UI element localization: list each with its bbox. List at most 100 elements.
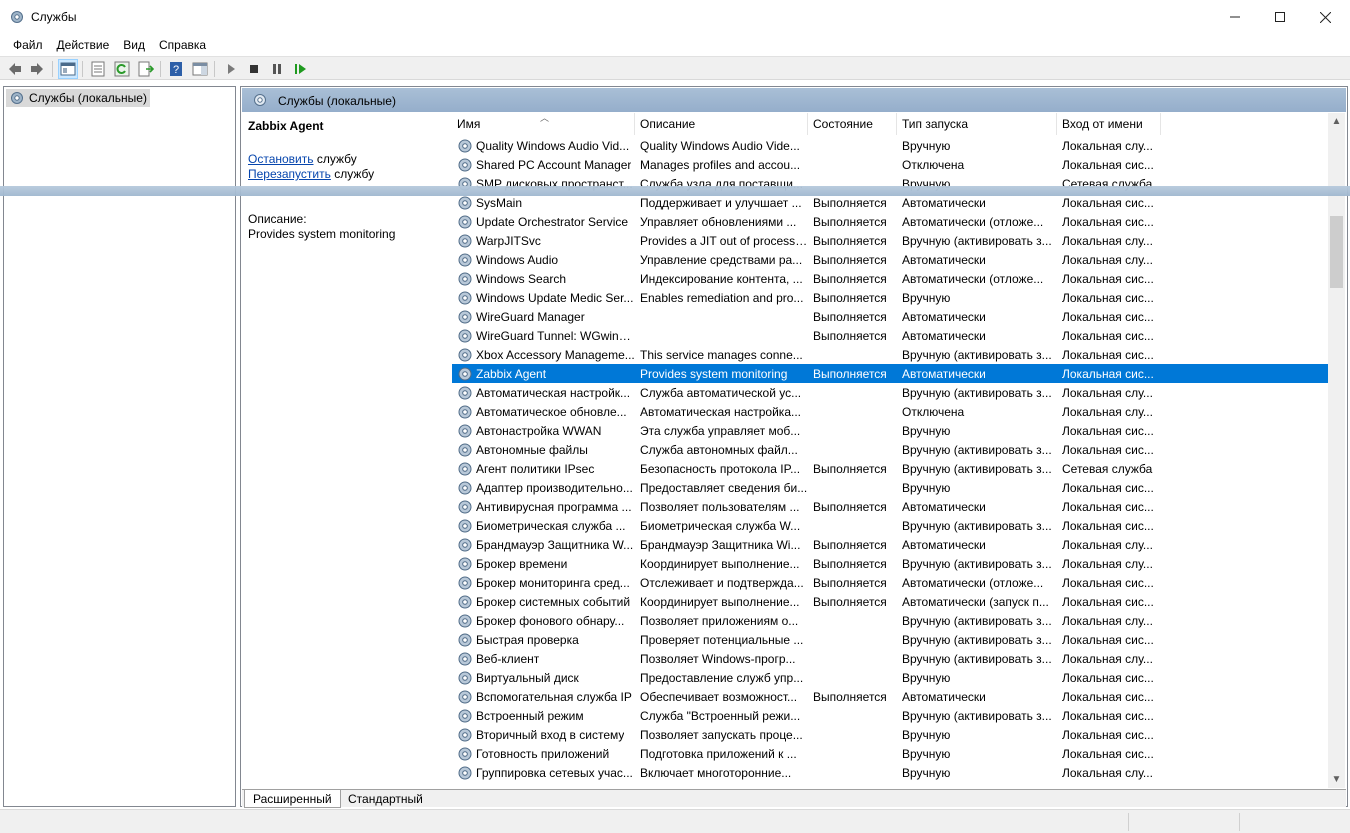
back-button[interactable] bbox=[5, 59, 25, 79]
menu-action[interactable]: Действие bbox=[50, 38, 117, 52]
service-row[interactable]: Группировка сетевых учас... Включает мног… bbox=[452, 763, 1332, 782]
scroll-down-icon[interactable]: ▼ bbox=[1328, 771, 1345, 788]
service-row[interactable]: Биометрическая служба ... Биометрическая … bbox=[452, 516, 1332, 535]
service-row[interactable]: Антивирусная программа ... Позволяет поль… bbox=[452, 497, 1332, 516]
service-name: Брокер мониторинга сред... bbox=[476, 575, 630, 590]
maximize-button[interactable] bbox=[1257, 0, 1303, 34]
column-description[interactable]: Описание bbox=[635, 113, 808, 135]
service-gear-icon bbox=[458, 500, 472, 513]
start-service-button[interactable] bbox=[221, 59, 241, 79]
restart-service-line: Перезапустить службу bbox=[248, 167, 375, 181]
service-description: Поддерживает и улучшает ... bbox=[640, 195, 802, 210]
service-name-cell: WireGuard Tunnel: WGwin1... bbox=[452, 328, 635, 344]
service-row[interactable]: Zabbix Agent Provides system monitoring Вы… bbox=[452, 364, 1332, 383]
export-list-icon bbox=[138, 61, 154, 77]
service-status: Выполняется bbox=[813, 290, 887, 305]
column-name[interactable]: Имя ︿ bbox=[452, 113, 635, 135]
service-row[interactable]: WireGuard Manager Выполняется Автоматическ… bbox=[452, 307, 1332, 326]
service-row[interactable]: Брокер времени Координирует выполнение...… bbox=[452, 554, 1332, 573]
column-log-on-as[interactable]: Вход от имени bbox=[1057, 113, 1161, 135]
help-button[interactable]: ? bbox=[166, 59, 186, 79]
column-status[interactable]: Состояние bbox=[808, 113, 897, 135]
list-header: Имя ︿ Описание Состояние Тип запуска Вхо… bbox=[452, 113, 1332, 135]
tab-standard[interactable]: Стандартный bbox=[340, 790, 431, 808]
scroll-thumb[interactable] bbox=[1330, 216, 1343, 288]
service-gear-icon bbox=[458, 443, 472, 456]
scroll-up-icon[interactable]: ▲ bbox=[1328, 113, 1345, 130]
service-name-cell: Xbox Accessory Manageme... bbox=[452, 347, 635, 363]
refresh-button[interactable] bbox=[112, 59, 132, 79]
service-row[interactable]: Вспомогательная служба IP Обеспечивает во… bbox=[452, 687, 1332, 706]
service-row[interactable]: Встроенный режим Служба "Встроенный режи.… bbox=[452, 706, 1332, 725]
stop-service-link[interactable]: Остановить bbox=[248, 152, 314, 166]
service-row[interactable]: Автонастройка WWAN Эта служба управляет м… bbox=[452, 421, 1332, 440]
service-log-on-as: Локальная слу... bbox=[1062, 613, 1153, 628]
service-name-cell: Группировка сетевых учас... bbox=[452, 765, 635, 781]
service-row[interactable]: Quality Windows Audio Vid... Quality Wind… bbox=[452, 136, 1332, 155]
service-row[interactable]: Update Orchestrator Service Управляет обн… bbox=[452, 212, 1332, 231]
service-row[interactable]: Брокер мониторинга сред... Отслеживает и … bbox=[452, 573, 1332, 592]
service-gear-icon bbox=[458, 747, 472, 760]
service-log-on-as: Локальная слу... bbox=[1062, 138, 1153, 153]
title-bar: Службы bbox=[0, 0, 1350, 34]
pause-service-button[interactable] bbox=[267, 59, 287, 79]
vertical-scrollbar[interactable]: ▲ ▼ bbox=[1328, 113, 1345, 788]
service-startup-type: Вручную (активировать з... bbox=[902, 708, 1052, 723]
service-row[interactable]: Автоматическая настройк... Служба автомат… bbox=[452, 383, 1332, 402]
stop-service-button[interactable] bbox=[244, 59, 264, 79]
service-description: Обеспечивает возможност... bbox=[640, 689, 798, 704]
close-button[interactable] bbox=[1302, 0, 1348, 34]
service-row[interactable]: Вторичный вход в систему Позволяет запуск… bbox=[452, 725, 1332, 744]
service-row[interactable]: Брокер системных событий Координирует вып… bbox=[452, 592, 1332, 611]
tree-item-services-local[interactable]: Службы (локальные) bbox=[6, 89, 150, 107]
service-name-cell: Брокер фонового обнару... bbox=[452, 613, 635, 629]
column-startup-type[interactable]: Тип запуска bbox=[897, 113, 1057, 135]
services-gear-icon bbox=[11, 11, 23, 23]
service-name-cell: Shared PC Account Manager bbox=[452, 157, 635, 173]
toolbar: ? bbox=[0, 56, 1350, 80]
service-row[interactable]: Xbox Accessory Manageme... This service m… bbox=[452, 345, 1332, 364]
play-icon bbox=[228, 64, 235, 74]
service-row[interactable]: Адаптер производительно... Предоставляет … bbox=[452, 478, 1332, 497]
properties-button[interactable] bbox=[88, 59, 108, 79]
menu-view[interactable]: Вид bbox=[116, 38, 152, 52]
restart-service-button[interactable] bbox=[290, 59, 310, 79]
service-startup-type: Автоматически bbox=[902, 195, 986, 210]
service-row[interactable]: Windows Search Индексирование контента, .… bbox=[452, 269, 1332, 288]
service-row[interactable]: Готовность приложений Подготовка приложен… bbox=[452, 744, 1332, 763]
service-name: Биометрическая служба ... bbox=[476, 518, 626, 533]
menu-help[interactable]: Справка bbox=[152, 38, 213, 52]
show-hide-action-pane-button[interactable] bbox=[190, 59, 210, 79]
service-row[interactable]: Windows Audio Управление средствами ра...… bbox=[452, 250, 1332, 269]
svg-text:?: ? bbox=[173, 64, 179, 76]
service-name: Автоматическое обновле... bbox=[476, 404, 627, 419]
service-row[interactable]: WireGuard Tunnel: WGwin1... Выполняется Ав… bbox=[452, 326, 1332, 345]
service-row[interactable]: Агент политики IPsec Безопасность протоко… bbox=[452, 459, 1332, 478]
service-row[interactable]: Windows Update Medic Ser... Enables remed… bbox=[452, 288, 1332, 307]
service-name-cell: Виртуальный диск bbox=[452, 670, 635, 686]
service-log-on-as: Локальная слу... bbox=[1062, 765, 1153, 780]
service-description: Служба "Встроенный режи... bbox=[640, 708, 801, 723]
service-name: Веб-клиент bbox=[476, 651, 540, 666]
service-name: Группировка сетевых учас... bbox=[476, 765, 633, 780]
forward-button[interactable] bbox=[27, 59, 47, 79]
service-row[interactable]: Автоматическое обновле... Автоматическая … bbox=[452, 402, 1332, 421]
menu-file[interactable]: Файл bbox=[6, 38, 50, 52]
tab-extended[interactable]: Расширенный bbox=[244, 790, 341, 808]
service-row[interactable]: Быстрая проверка Проверяет потенциальные … bbox=[452, 630, 1332, 649]
minimize-button[interactable] bbox=[1212, 0, 1258, 34]
console-tree-button[interactable] bbox=[58, 59, 78, 79]
service-row[interactable]: Shared PC Account Manager Manages profile… bbox=[452, 155, 1332, 174]
service-row[interactable]: Брандмауэр Защитника W... Брандмауэр Защи… bbox=[452, 535, 1332, 554]
restart-service-link[interactable]: Перезапустить bbox=[248, 167, 331, 181]
service-row[interactable]: Брокер фонового обнару... Позволяет прило… bbox=[452, 611, 1332, 630]
service-row[interactable]: Автономные файлы Служба автономных файл..… bbox=[452, 440, 1332, 459]
service-row[interactable]: WarpJITSvc Provides a JIT out of process … bbox=[452, 231, 1332, 250]
service-log-on-as: Локальная сис... bbox=[1062, 442, 1154, 457]
service-status: Выполняется bbox=[813, 271, 887, 286]
stop-service-line: Остановить службу bbox=[248, 152, 357, 166]
export-button[interactable] bbox=[136, 59, 156, 79]
service-row[interactable]: Веб-клиент Позволяет Windows-прогр... Вруч… bbox=[452, 649, 1332, 668]
service-row[interactable]: Виртуальный диск Предоставление служб упр… bbox=[452, 668, 1332, 687]
service-description: Брандмауэр Защитника Wi... bbox=[640, 537, 801, 552]
